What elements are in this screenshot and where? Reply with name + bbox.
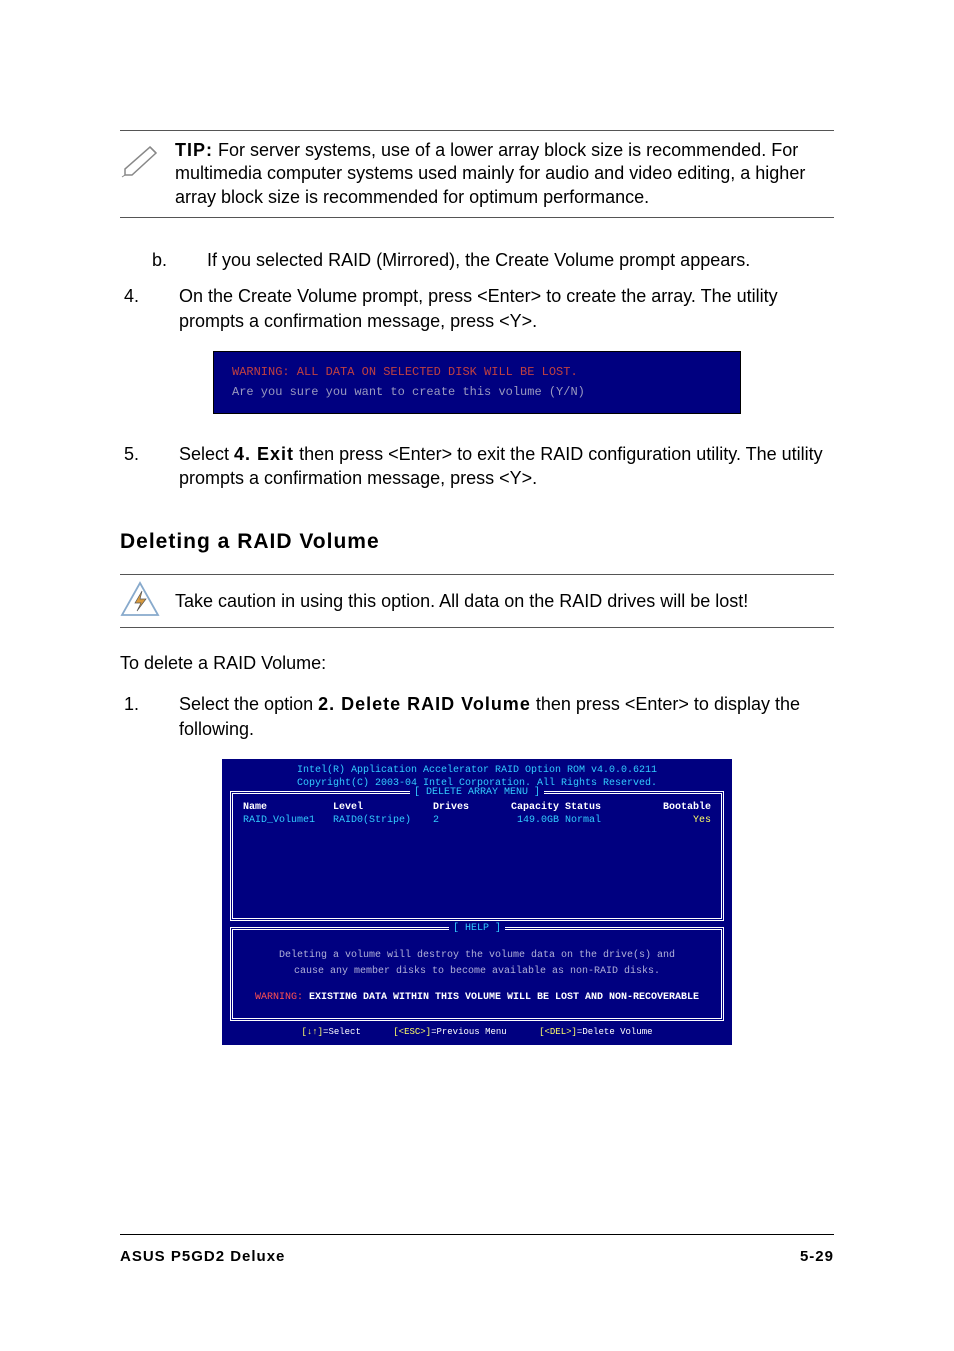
caution-callout: Take caution in using this option. All d…	[120, 574, 834, 628]
bios-key-hints: [↓↑]=Select [<ESC>]=Previous Menu [<DEL>…	[230, 1027, 724, 1037]
caution-text: Take caution in using this option. All d…	[175, 590, 748, 613]
bios-table-row: RAID_Volume1 RAID0(Stripe) 2 149.0GB Nor…	[233, 815, 721, 828]
footer-rule	[120, 1234, 834, 1235]
bios-warning-text: EXISTING DATA WITHIN THIS VOLUME WILL BE…	[303, 992, 699, 1003]
list-item: 1. Select the option 2. Delete RAID Volu…	[120, 692, 834, 741]
menu-option-strong: 4. Exit	[234, 444, 294, 464]
list-item: 4. On the Create Volume prompt, press <E…	[120, 284, 834, 333]
list-item: b. If you selected RAID (Mirrored), the …	[120, 248, 834, 272]
bios-frame-delete-menu: [ DELETE ARRAY MENU ] Name Level Drives …	[230, 791, 724, 921]
tip-callout: TIP: For server systems, use of a lower …	[120, 130, 834, 218]
list-item: 5. Select 4. Exit then press <Enter> to …	[120, 442, 834, 491]
list-text: On the Create Volume prompt, press <Ente…	[179, 284, 834, 333]
lightning-icon	[120, 581, 175, 621]
bios-frame-help: [ HELP ] Deleting a volume will destroy …	[230, 927, 724, 1021]
bios-warning-line: WARNING: ALL DATA ON SELECTED DISK WILL …	[232, 362, 722, 382]
bios-prompt-box: WARNING: ALL DATA ON SELECTED DISK WILL …	[213, 351, 741, 414]
list-marker: 5.	[120, 442, 179, 491]
list-marker: b.	[120, 248, 207, 272]
bios-warning-label: WARNING:	[255, 992, 303, 1003]
list-text: Select 4. Exit then press <Enter> to exi…	[179, 442, 834, 491]
bios-header: Intel(R) Application Accelerator RAID Op…	[230, 765, 724, 776]
list-marker: 4.	[120, 284, 179, 333]
footer-page-number: 5-29	[800, 1248, 834, 1265]
tip-text: For server systems, use of a lower array…	[175, 140, 805, 207]
menu-option-strong: 2. Delete RAID Volume	[318, 694, 531, 714]
bios-screen: Intel(R) Application Accelerator RAID Op…	[222, 759, 732, 1045]
bios-help-text: Deleting a volume will destroy the volum…	[243, 948, 711, 964]
footer-product: ASUS P5GD2 Deluxe	[120, 1248, 285, 1265]
paragraph: To delete a RAID Volume:	[120, 653, 834, 674]
bios-prompt-line: Are you sure you want to create this vol…	[232, 382, 722, 402]
bios-table-header: Name Level Drives Capacity Status Bootab…	[233, 798, 721, 815]
tip-label: TIP:	[175, 140, 213, 160]
list-marker: 1.	[120, 692, 179, 741]
list-text: If you selected RAID (Mirrored), the Cre…	[207, 248, 834, 272]
pen-icon	[120, 139, 175, 179]
bios-frame-title: [ HELP ]	[449, 923, 505, 934]
bios-frame-title: [ DELETE ARRAY MENU ]	[410, 787, 544, 798]
list-text: Select the option 2. Delete RAID Volume …	[179, 692, 834, 741]
bios-help-text: cause any member disks to become availab…	[243, 964, 711, 980]
section-heading: Deleting a RAID Volume	[120, 530, 834, 554]
